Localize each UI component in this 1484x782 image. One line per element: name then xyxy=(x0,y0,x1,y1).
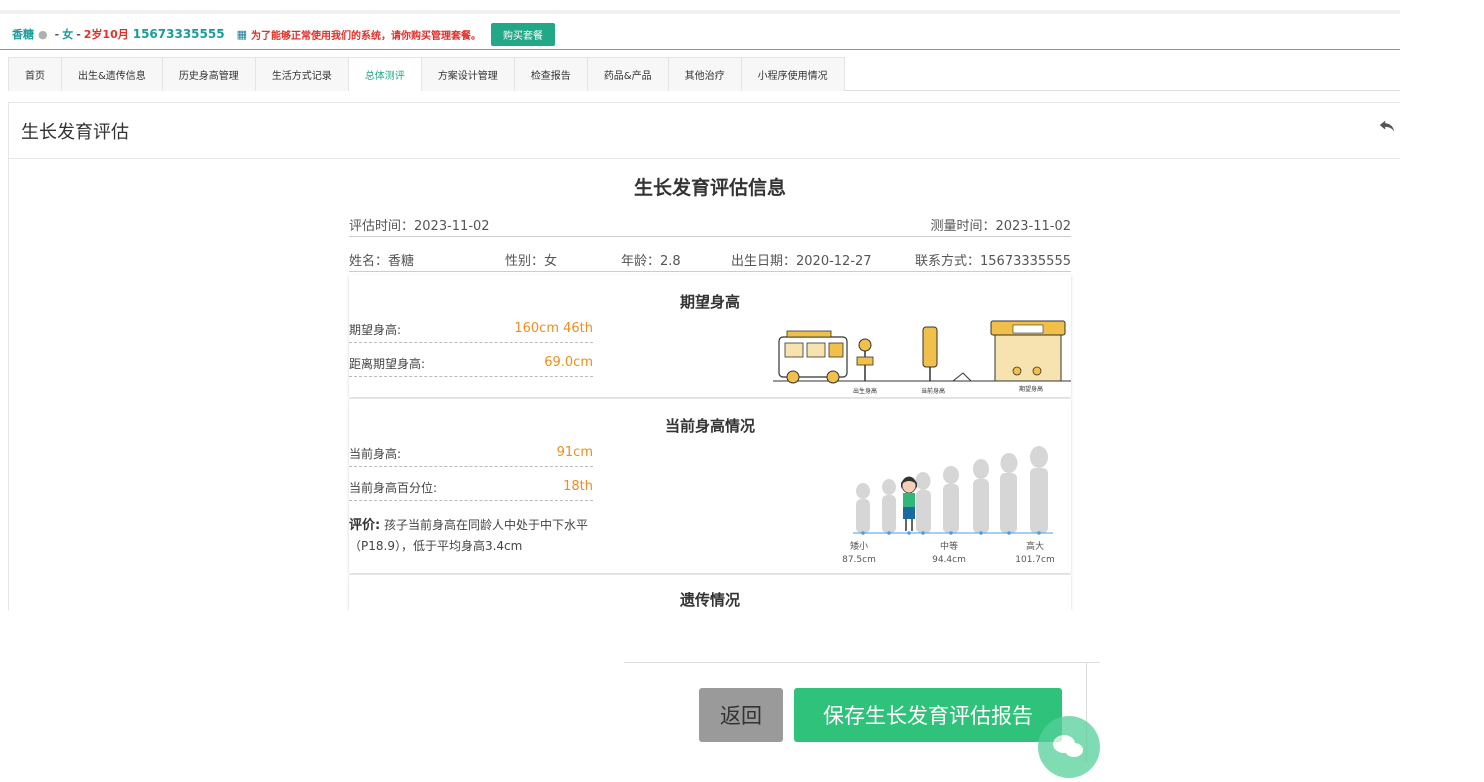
child-contact: 联系方式：15673335555 xyxy=(915,254,1071,269)
row-label: 当前身高: xyxy=(349,447,402,461)
row-label: 当前身高百分位: xyxy=(349,481,438,495)
evaluation-label: 评价: xyxy=(349,518,381,533)
evaluation-content: 孩子当前身高在同龄人中处于中下水平（P18.9），低于平均身高3.4cm xyxy=(349,518,589,553)
tab-birth-genetic[interactable]: 出生&遗传信息 xyxy=(61,57,163,91)
notice-icon: ▦ xyxy=(236,27,247,41)
scale-value: 94.4cm xyxy=(932,555,966,565)
patient-info-bar: 香糖 ● - 女 - 2岁10月 15673335555 ▦ 为了能够正常使用我… xyxy=(12,22,555,46)
expected-height-section: 期望身高 期望身高: 160cm 46th 距离期望身高: 69.0cm 出生身… xyxy=(349,275,1071,397)
current-height-section: 当前身高情况 当前身高: 91cm 当前身高百分位: 18th 评价: 孩子当前… xyxy=(349,399,1071,573)
patient-age: 2岁10月 xyxy=(83,28,129,41)
evaluation-text: 评价: 孩子当前身高在同龄人中处于中下水平（P18.9），低于平均身高3.4cm xyxy=(349,515,639,556)
scale-tall: 高大 101.7cm xyxy=(1005,541,1065,567)
wechat-icon[interactable] xyxy=(1038,716,1100,778)
scale-label: 高大 xyxy=(1025,542,1044,552)
separator: - xyxy=(54,27,60,41)
tab-home[interactable]: 首页 xyxy=(8,57,62,91)
report-info-row: 姓名：香糖 性别：女 年龄：2.8 出生日期：2020-12-27 联系方式：1… xyxy=(349,250,1071,272)
tab-other-treatment[interactable]: 其他治疗 xyxy=(667,57,742,91)
current-height-row: 当前身高: 91cm xyxy=(349,439,593,467)
genetic-section: 遗传情况 xyxy=(349,575,1071,610)
assessment-report: 生长发育评估信息 评估时间：2023-11-02 测量时间：2023-11-02… xyxy=(349,159,1071,610)
tab-height-history[interactable]: 历史身高管理 xyxy=(161,57,256,91)
expected-height-title: 期望身高 xyxy=(679,293,740,311)
child-gender: 性别：女 xyxy=(505,254,558,269)
scale-label: 中等 xyxy=(939,542,958,552)
row-value: 160cm 46th xyxy=(514,321,593,336)
row-label: 距离期望身高: xyxy=(349,357,426,371)
report-title: 生长发育评估信息 xyxy=(633,177,786,199)
row-value: 91cm xyxy=(556,445,593,460)
tab-exam-report[interactable]: 检查报告 xyxy=(513,57,588,91)
illus-label-expected: 期望身高 xyxy=(1019,385,1043,393)
patient-gender: 女 xyxy=(62,28,74,41)
distance-to-expected-row: 距离期望身高: 69.0cm xyxy=(349,349,593,377)
top-divider xyxy=(0,10,1400,14)
scale-value: 87.5cm xyxy=(842,555,876,565)
eval-time: 评估时间：2023-11-02 xyxy=(349,219,490,234)
illus-label-current: 当前身高 xyxy=(921,387,945,395)
measure-time: 测量时间：2023-11-02 xyxy=(930,219,1071,234)
panel-header: 生长发育评估 xyxy=(9,103,1400,159)
tab-drugs-products[interactable]: 药品&产品 xyxy=(586,57,669,91)
scale-value: 101.7cm xyxy=(1015,555,1055,565)
save-report-button[interactable]: 保存生长发育评估报告 xyxy=(794,688,1062,742)
tab-bar: 首页 出生&遗传信息 历史身高管理 生活方式记录 总体测评 方案设计管理 检查报… xyxy=(8,57,1400,91)
patient-phone: 15673335555 xyxy=(132,27,225,41)
scale-medium: 中等 94.4cm xyxy=(919,541,979,567)
buy-package-button[interactable]: 购买套餐 xyxy=(491,22,555,46)
tab-plan-design[interactable]: 方案设计管理 xyxy=(420,57,515,91)
header-divider xyxy=(0,49,1400,50)
chat-icon[interactable]: ● xyxy=(38,28,48,41)
report-time-row: 评估时间：2023-11-02 测量时间：2023-11-02 xyxy=(349,215,1071,237)
reply-back-icon[interactable] xyxy=(1378,117,1396,135)
panel-title: 生长发育评估 xyxy=(21,121,129,143)
back-button[interactable]: 返回 xyxy=(699,688,783,742)
expected-height-row: 期望身高: 160cm 46th xyxy=(349,315,593,343)
row-label: 期望身高: xyxy=(349,323,402,337)
patient-name: 香糖 xyxy=(12,28,34,41)
child-age: 年龄：2.8 xyxy=(621,254,681,269)
scale-label: 矮小 xyxy=(849,542,868,552)
subscription-warning: 为了能够正常使用我们的系统，请你购买管理套餐。 xyxy=(251,30,481,42)
separator: - xyxy=(76,27,81,41)
genetic-title: 遗传情况 xyxy=(679,591,740,609)
tab-lifestyle[interactable]: 生活方式记录 xyxy=(254,57,349,91)
row-value: 18th xyxy=(563,479,593,494)
scale-short: 矮小 87.5cm xyxy=(829,541,889,567)
child-name: 姓名：香糖 xyxy=(349,254,415,269)
tab-miniprogram-usage[interactable]: 小程序使用情况 xyxy=(740,57,845,91)
assessment-panel: 生长发育评估 生长发育评估信息 评估时间：2023-11-02 测量时间：202… xyxy=(8,102,1400,610)
child-birthdate: 出生日期：2020-12-27 xyxy=(731,254,872,269)
row-value: 69.0cm xyxy=(544,355,593,370)
tab-overall-assessment[interactable]: 总体测评 xyxy=(347,57,422,91)
current-percentile-row: 当前身高百分位: 18th xyxy=(349,473,593,501)
height-journey-illustration: 出生身高 当前身高 期望身高 xyxy=(773,320,1071,395)
illus-label-birth: 出生身高 xyxy=(853,387,877,395)
height-comparison-illustration xyxy=(853,446,1053,535)
